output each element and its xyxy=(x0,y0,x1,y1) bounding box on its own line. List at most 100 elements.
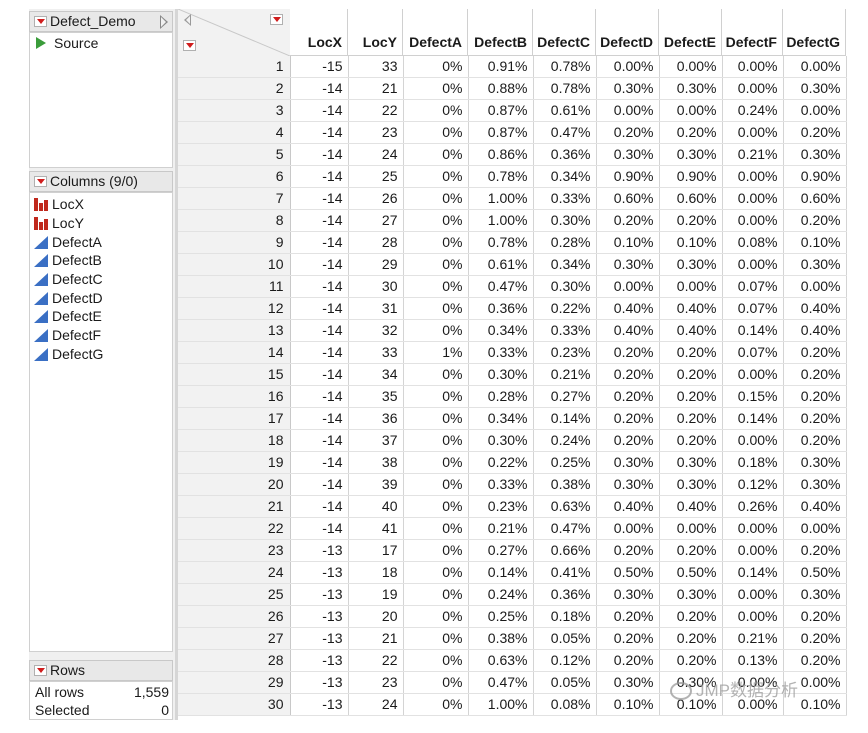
cell-defectg[interactable]: 0.30% xyxy=(783,583,847,606)
cell-defectb[interactable]: 0.25% xyxy=(468,605,534,628)
column-item-locy[interactable]: LocY xyxy=(34,214,84,232)
cell-defecta[interactable]: 0% xyxy=(403,56,469,78)
cell-defecte[interactable]: 0.20% xyxy=(659,649,723,672)
cell-defectf[interactable]: 0.15% xyxy=(722,385,784,408)
cell-defectb[interactable]: 0.27% xyxy=(468,539,534,562)
cell-defectd[interactable]: 0.00% xyxy=(596,275,660,298)
cell-defecta[interactable]: 0% xyxy=(403,495,469,518)
cell-defecta[interactable]: 0% xyxy=(403,627,469,650)
row-number[interactable]: 9 xyxy=(178,231,291,254)
cell-defectf[interactable]: 0.26% xyxy=(722,495,784,518)
cell-defecte[interactable]: 0.20% xyxy=(659,363,723,386)
cell-locy[interactable]: 29 xyxy=(348,253,404,276)
cell-locy[interactable]: 33 xyxy=(348,56,404,78)
column-header-defectd[interactable]: DefectD xyxy=(596,9,659,56)
cell-defectg[interactable]: 0.10% xyxy=(783,231,847,254)
cell-locx[interactable]: -14 xyxy=(290,253,349,276)
cell-defectc[interactable]: 0.47% xyxy=(533,121,597,144)
cell-defecte[interactable]: 0.30% xyxy=(659,451,723,474)
cell-locx[interactable]: -13 xyxy=(290,671,349,694)
cell-defectb[interactable]: 0.34% xyxy=(468,407,534,430)
cell-defectc[interactable]: 0.21% xyxy=(533,363,597,386)
cell-defectg[interactable]: 0.30% xyxy=(783,143,847,166)
cell-defecte[interactable]: 0.40% xyxy=(659,319,723,342)
cell-defecta[interactable]: 0% xyxy=(403,649,469,672)
cell-defectg[interactable]: 0.30% xyxy=(783,473,847,496)
cell-locx[interactable]: -13 xyxy=(290,693,349,716)
cell-defectd[interactable]: 0.60% xyxy=(596,187,660,210)
cell-defectf[interactable]: 0.14% xyxy=(722,319,784,342)
cell-defectg[interactable]: 0.30% xyxy=(783,451,847,474)
table-row[interactable]: 14 -14 33 1% 0.33% 0.23% 0.20% 0.20% 0.07% 0.20% xyxy=(178,341,847,364)
row-number[interactable]: 19 xyxy=(178,451,291,474)
cell-defectb[interactable]: 0.34% xyxy=(468,319,534,342)
cell-defectg[interactable]: 0.20% xyxy=(783,605,847,628)
cell-defecta[interactable]: 0% xyxy=(403,187,469,210)
cell-locy[interactable]: 20 xyxy=(348,605,404,628)
cell-defectf[interactable]: 0.00% xyxy=(722,187,784,210)
cell-locy[interactable]: 32 xyxy=(348,319,404,342)
cell-locy[interactable]: 30 xyxy=(348,275,404,298)
cell-defecte[interactable]: 0.40% xyxy=(659,297,723,320)
cell-defectf[interactable]: 0.07% xyxy=(722,297,784,320)
cell-locy[interactable]: 19 xyxy=(348,583,404,606)
cell-defecta[interactable]: 0% xyxy=(403,407,469,430)
row-number[interactable]: 26 xyxy=(178,605,291,628)
cell-defectc[interactable]: 0.34% xyxy=(533,165,597,188)
cell-defectf[interactable]: 0.00% xyxy=(722,539,784,562)
cell-defectg[interactable]: 0.00% xyxy=(783,56,847,78)
cell-defecte[interactable]: 0.30% xyxy=(659,253,723,276)
cell-defectb[interactable]: 0.33% xyxy=(468,341,534,364)
cell-defectd[interactable]: 0.50% xyxy=(596,561,660,584)
cell-defecte[interactable]: 0.20% xyxy=(659,605,723,628)
cell-locx[interactable]: -14 xyxy=(290,99,349,122)
cell-defecta[interactable]: 0% xyxy=(403,165,469,188)
columns-header[interactable]: Columns (9/0) xyxy=(29,171,173,192)
cell-locx[interactable]: -14 xyxy=(290,121,349,144)
table-row[interactable]: 23 -13 17 0% 0.27% 0.66% 0.20% 0.20% 0.00% 0.20% xyxy=(178,539,847,562)
cell-locx[interactable]: -14 xyxy=(290,231,349,254)
cell-locx[interactable]: -14 xyxy=(290,209,349,232)
cell-defectg[interactable]: 0.20% xyxy=(783,385,847,408)
column-header-defectg[interactable]: DefectG xyxy=(783,9,846,56)
row-number[interactable]: 7 xyxy=(178,187,291,210)
cell-defectc[interactable]: 0.18% xyxy=(533,605,597,628)
column-header-locx[interactable]: LocX xyxy=(290,9,348,56)
cell-defecte[interactable]: 0.00% xyxy=(659,56,723,78)
row-number[interactable]: 29 xyxy=(178,671,291,694)
source-script[interactable]: Source xyxy=(36,34,98,52)
cell-defectf[interactable]: 0.13% xyxy=(722,649,784,672)
cell-defectc[interactable]: 0.38% xyxy=(533,473,597,496)
table-row[interactable]: 26 -13 20 0% 0.25% 0.18% 0.20% 0.20% 0.00% 0.20% xyxy=(178,605,847,628)
cell-defectb[interactable]: 1.00% xyxy=(468,693,534,716)
cell-defectf[interactable]: 0.18% xyxy=(722,451,784,474)
cell-defecta[interactable]: 0% xyxy=(403,121,469,144)
cell-defectd[interactable]: 0.40% xyxy=(596,297,660,320)
table-row[interactable]: 13 -14 32 0% 0.34% 0.33% 0.40% 0.40% 0.14% 0.40% xyxy=(178,319,847,342)
cell-defectd[interactable]: 0.20% xyxy=(596,341,660,364)
row-number[interactable]: 10 xyxy=(178,253,291,276)
cell-defectd[interactable]: 0.20% xyxy=(596,121,660,144)
cell-defectb[interactable]: 0.88% xyxy=(468,77,534,100)
cell-defecta[interactable]: 0% xyxy=(403,473,469,496)
cell-defectf[interactable]: 0.07% xyxy=(722,341,784,364)
cell-defectb[interactable]: 0.61% xyxy=(468,253,534,276)
table-row[interactable]: 18 -14 37 0% 0.30% 0.24% 0.20% 0.20% 0.00% 0.20% xyxy=(178,429,847,452)
cell-defectb[interactable]: 1.00% xyxy=(468,187,534,210)
run-script-icon[interactable] xyxy=(36,37,46,49)
column-header-locy[interactable]: LocY xyxy=(348,9,403,56)
cell-defectd[interactable]: 0.30% xyxy=(596,583,660,606)
cell-defecte[interactable]: 0.60% xyxy=(659,187,723,210)
column-item-defecte[interactable]: DefectE xyxy=(34,307,102,325)
cell-defectd[interactable]: 0.90% xyxy=(596,165,660,188)
row-number[interactable]: 23 xyxy=(178,539,291,562)
cell-defectg[interactable]: 0.50% xyxy=(783,561,847,584)
cell-defectf[interactable]: 0.00% xyxy=(722,77,784,100)
cell-defectg[interactable]: 0.20% xyxy=(783,539,847,562)
cell-locx[interactable]: -14 xyxy=(290,319,349,342)
rows-header[interactable]: Rows xyxy=(29,660,173,681)
cell-defectd[interactable]: 0.30% xyxy=(596,143,660,166)
cell-defectc[interactable]: 0.25% xyxy=(533,451,597,474)
cell-locy[interactable]: 40 xyxy=(348,495,404,518)
cell-locx[interactable]: -13 xyxy=(290,627,349,650)
